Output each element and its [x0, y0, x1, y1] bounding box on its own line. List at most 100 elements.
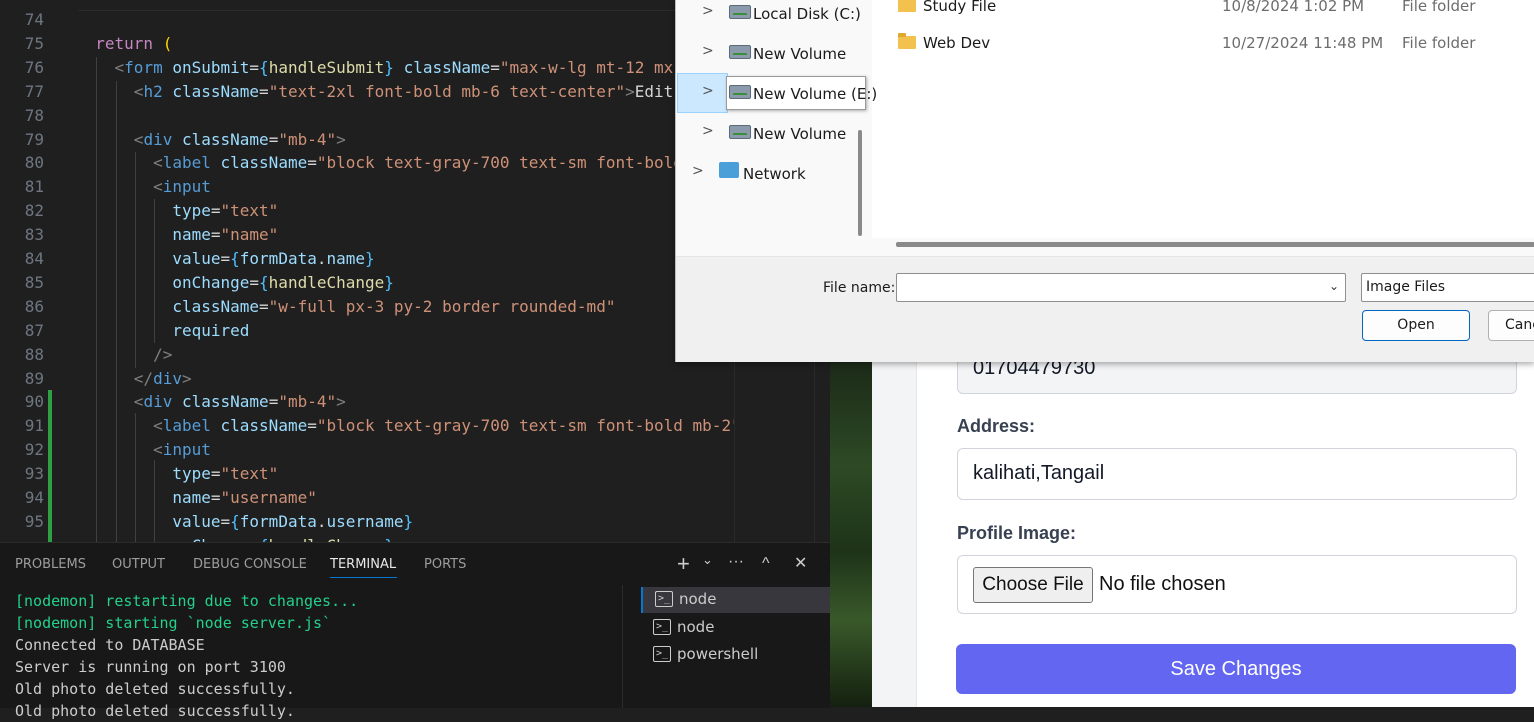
terminal-output-line: [nodemon] starting `node server.js` — [15, 614, 332, 632]
file-open-dialog: > Local Disk (C:) > New Volume (D:) > Ne… — [675, 0, 1534, 362]
line-number: 89 — [24, 368, 44, 388]
line-number: 87 — [24, 320, 44, 340]
new-terminal-icon[interactable]: + — [677, 551, 690, 577]
line-number: 74 — [24, 10, 44, 29]
code-text: <form onSubmit={handleSubmit} className=… — [114, 57, 674, 77]
nav-item-new-volume-d[interactable]: > New Volume (D:) — [676, 34, 856, 72]
terminal-item-node[interactable]: >_ node — [641, 587, 831, 613]
chevron-right-icon[interactable]: > — [702, 3, 714, 19]
cancel-button[interactable]: Cancel — [1488, 310, 1534, 341]
line-number: 88 — [24, 344, 44, 364]
browser-page: 01704479730 Address: kalihati,Tangail Pr… — [872, 348, 1534, 707]
address-input[interactable]: kalihati,Tangail — [957, 448, 1517, 500]
code-line[interactable]: 92 <input — [0, 438, 830, 463]
profile-image-label: Profile Image: — [957, 523, 1077, 543]
terminal-item-powershell[interactable]: >_ powershell — [641, 642, 829, 668]
chevron-right-icon[interactable]: > — [702, 123, 714, 139]
tab-terminal[interactable]: TERMINAL — [330, 557, 396, 572]
code-text: name="name" — [172, 225, 279, 245]
folder-icon — [898, 0, 916, 12]
nav-item-label: New Volume (D:) — [753, 45, 848, 63]
nav-item-local-disk-c[interactable]: > Local Disk (C:) — [676, 0, 861, 32]
save-changes-button[interactable]: Save Changes — [956, 644, 1516, 694]
address-value: kalihati,Tangail — [973, 462, 1105, 484]
terminal-icon: >_ — [655, 591, 673, 607]
code-text: </div> — [133, 368, 192, 388]
navigation-pane: > Local Disk (C:) > New Volume (D:) > Ne… — [676, 0, 877, 256]
line-number: 84 — [24, 249, 44, 268]
code-line[interactable]: 95 value={formData.username} — [0, 509, 830, 534]
bottom-panel: PROBLEMS OUTPUT DEBUG CONSOLE TERMINAL P… — [0, 542, 831, 720]
indent-guide — [116, 81, 117, 542]
open-button[interactable]: Open — [1362, 310, 1470, 341]
chevron-down-icon[interactable]: ⌄ — [1329, 279, 1339, 293]
git-change-marker[interactable] — [48, 414, 52, 439]
nav-item-label: Local Disk (C:) — [753, 5, 861, 23]
maximize-panel-icon[interactable]: ^ — [762, 555, 770, 573]
file-list: Study File 10/8/2024 1:02 PM File folder… — [872, 0, 1534, 238]
chevron-right-icon[interactable]: > — [692, 163, 704, 179]
git-change-marker[interactable] — [48, 486, 52, 510]
file-date: 10/8/2024 1:02 PM — [1222, 0, 1365, 15]
folder-icon — [898, 33, 916, 49]
file-row[interactable]: Web Dev 10/27/2024 11:48 PM File folder — [872, 31, 1534, 57]
line-number: 80 — [24, 153, 44, 173]
nav-item-new-volume-f[interactable]: > New Volume (F:) — [676, 114, 856, 152]
tab-problems[interactable]: PROBLEMS — [15, 557, 86, 572]
file-list-scrollbar[interactable] — [896, 242, 1534, 247]
file-type: File folder — [1402, 0, 1476, 15]
active-tab-indicator — [330, 577, 397, 578]
code-line[interactable]: 90 <div className="mb-4"> — [0, 390, 830, 415]
drive-icon — [729, 5, 751, 19]
nav-scrollbar-thumb[interactable] — [858, 130, 862, 236]
git-change-marker[interactable] — [48, 533, 52, 542]
line-number: 93 — [24, 464, 44, 484]
nav-item-label: New Volume (E:) — [753, 85, 878, 103]
file-name: Study File — [923, 0, 997, 15]
code-line[interactable]: onChange={handleChange} — [0, 533, 830, 542]
indent-guide — [96, 57, 97, 542]
nav-item-network[interactable]: > Network — [676, 154, 856, 192]
tab-ports[interactable]: PORTS — [424, 557, 466, 572]
file-type-value: Image Files — [1366, 279, 1446, 295]
git-change-marker[interactable] — [48, 462, 52, 487]
code-line[interactable]: 93 type="text" — [0, 462, 830, 487]
code-line[interactable]: 94 name="username" — [0, 486, 830, 510]
tab-output[interactable]: OUTPUT — [112, 557, 165, 572]
profile-image-input[interactable]: Choose File No file chosen — [957, 555, 1517, 614]
close-panel-icon[interactable]: ✕ — [794, 553, 807, 573]
file-type-select[interactable]: Image Files — [1361, 273, 1534, 302]
line-number: 90 — [24, 392, 44, 412]
chevron-down-icon[interactable]: ⌄ — [702, 552, 713, 568]
terminal-output-line: Old photo deleted successfully. — [15, 702, 295, 720]
indent-guide — [154, 460, 155, 542]
code-text: onChange={handleChange} — [76, 534, 394, 542]
line-number: 78 — [24, 105, 44, 125]
drive-icon — [729, 125, 751, 139]
nav-item-new-volume-e[interactable]: > New Volume (E:) — [676, 74, 877, 112]
git-change-marker[interactable] — [48, 509, 52, 534]
file-row[interactable]: Study File 10/8/2024 1:02 PM File folder — [872, 0, 1534, 20]
line-number: 82 — [24, 201, 44, 221]
code-text: onChange={handleChange} — [172, 272, 394, 292]
nav-item-label: New Volume (F:) — [753, 125, 848, 143]
tab-debug-console[interactable]: DEBUG CONSOLE — [193, 557, 307, 572]
code-line[interactable]: 91 <label className="block text-gray-700… — [0, 414, 830, 439]
line-number: 83 — [24, 225, 44, 245]
network-icon — [719, 162, 739, 178]
chevron-right-icon[interactable]: > — [702, 83, 714, 99]
nav-item-label: Network — [743, 165, 806, 183]
line-number: 94 — [24, 488, 44, 507]
terminal-list: >_ node >_ node >_ powershell — [622, 585, 831, 708]
chevron-right-icon[interactable]: > — [702, 43, 714, 59]
terminal-output-line: Connected to DATABASE — [15, 636, 205, 654]
line-number: 75 — [24, 33, 44, 53]
git-change-marker[interactable] — [48, 438, 52, 463]
indent-guide — [135, 152, 136, 368]
code-line[interactable]: 89 </div> — [0, 367, 830, 391]
git-change-marker[interactable] — [48, 390, 52, 415]
file-name-input[interactable]: ⌄ — [896, 273, 1346, 302]
choose-file-button[interactable]: Choose File — [973, 567, 1093, 603]
more-actions-icon[interactable]: ··· — [728, 553, 744, 571]
terminal-item-node[interactable]: >_ node — [641, 615, 829, 641]
